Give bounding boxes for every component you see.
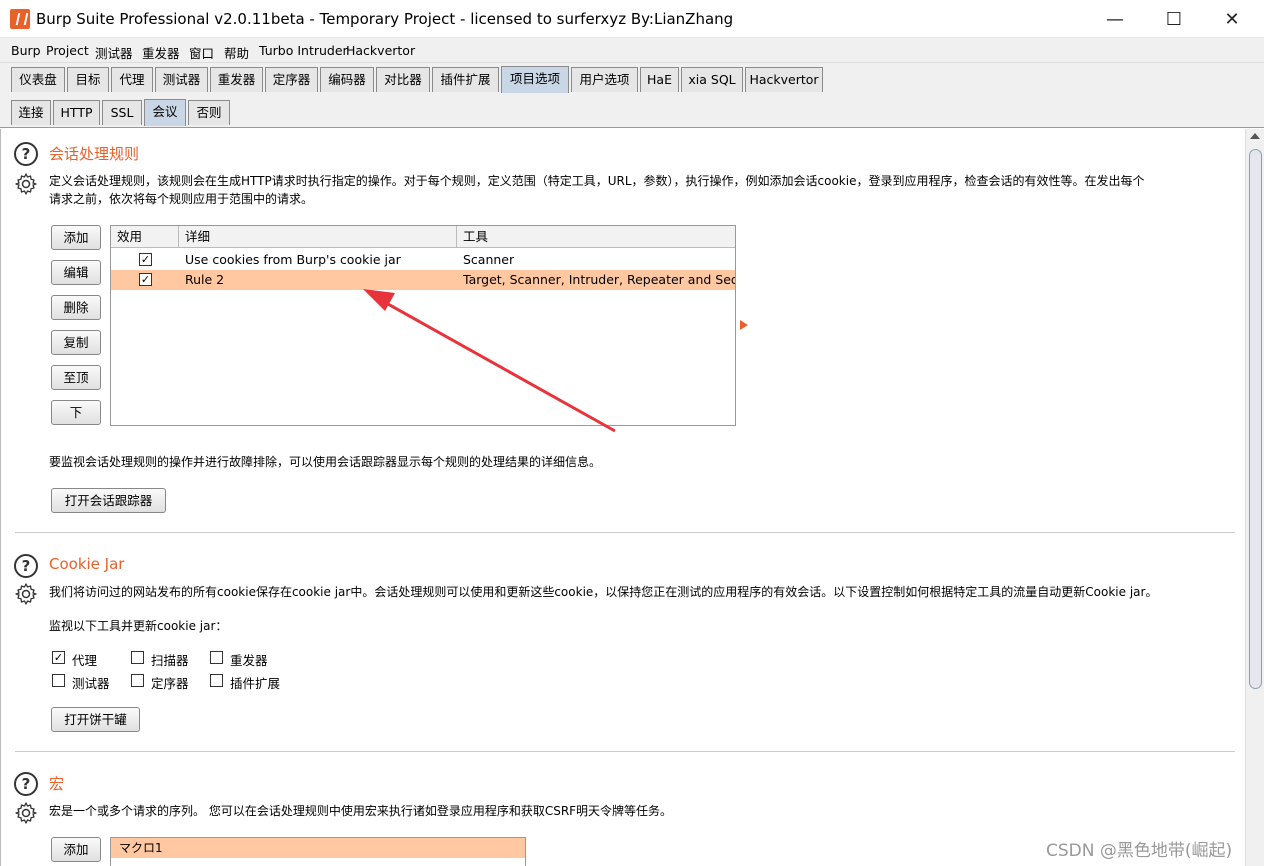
list-item[interactable]: マクロ1 (111, 838, 525, 858)
open-cookie-jar-button[interactable]: 打开饼干罐 (51, 707, 140, 732)
sequencer-checkbox[interactable] (131, 674, 144, 687)
repeater-checkbox[interactable] (210, 651, 223, 664)
tab-decoder[interactable]: 编码器 (320, 67, 374, 92)
rule-enabled-checkbox[interactable]: ✓ (139, 253, 152, 266)
scanner-checkbox[interactable] (131, 651, 144, 664)
proxy-checkbox[interactable]: ✓ (52, 651, 65, 664)
tab-xia-sql[interactable]: xia SQL (681, 67, 743, 92)
gear-icon[interactable] (14, 582, 38, 606)
help-icon[interactable]: ? (14, 142, 38, 166)
subtab-http[interactable]: HTTP (53, 100, 100, 125)
macro-list: マクロ1 (110, 837, 526, 866)
menu-hackvertor[interactable]: Hackvertor (346, 43, 415, 58)
section-divider (15, 751, 1235, 752)
help-icon[interactable]: ? (14, 554, 38, 578)
move-down-button[interactable]: 下 (51, 400, 101, 425)
cookie-jar-description: 我们将访问过的网站发布的所有cookie保存在cookie jar中。会话处理规… (49, 585, 1158, 599)
help-icon[interactable]: ? (14, 772, 38, 796)
open-session-tracer-button[interactable]: 打开会话跟踪器 (51, 488, 166, 513)
menu-window[interactable]: 窗口 (189, 43, 214, 62)
gear-icon[interactable] (14, 172, 38, 196)
menu-project[interactable]: Project (46, 43, 89, 58)
column-header-tools[interactable]: 工具 (457, 226, 735, 248)
intruder-checkbox-label: 测试器 (72, 676, 110, 691)
tab-proxy[interactable]: 代理 (111, 67, 153, 92)
tab-sequencer[interactable]: 定序器 (265, 67, 318, 92)
subtab-ssl[interactable]: SSL (102, 100, 142, 125)
session-rules-description: 定义会话处理规则，该规则会在生成HTTP请求时执行指定的操作。对于每个规则，定义… (49, 172, 1239, 208)
session-options-panel: ? 会话处理规则 定义会话处理规则，该规则会在生成HTTP请求时执行指定的操作。… (0, 129, 1245, 866)
add-macro-button[interactable]: 添加 (51, 837, 101, 862)
table-row[interactable]: ✓ Use cookies from Burp's cookie jar Sca… (111, 250, 735, 270)
tab-user-options[interactable]: 用户选项 (571, 67, 638, 92)
minimize-button[interactable]: — (1092, 0, 1138, 38)
add-rule-button[interactable]: 添加 (51, 225, 101, 250)
menu-intruder[interactable]: 测试器 (95, 43, 133, 62)
tab-hackvertor[interactable]: Hackvertor (745, 67, 823, 92)
menu-repeater[interactable]: 重发器 (142, 43, 180, 62)
intruder-checkbox[interactable] (52, 674, 65, 687)
tab-project-options[interactable]: 项目选项 (501, 66, 569, 93)
sub-tab-bar: 连接 HTTP SSL 会议 否则 (0, 95, 1264, 128)
duplicate-rule-button[interactable]: 复制 (51, 330, 101, 355)
expand-arrow-icon[interactable] (740, 320, 748, 330)
macros-title: 宏 (49, 775, 65, 793)
watermark: CSDN @黑色地带(崛起) (1046, 841, 1233, 861)
column-header-detail[interactable]: 详细 (179, 226, 457, 248)
move-up-button[interactable]: 至顶 (51, 365, 101, 390)
scrollbar-thumb[interactable] (1249, 149, 1262, 689)
cookie-jar-title: Cookie Jar (49, 555, 125, 573)
macros-description: 宏是一个或多个请求的序列。 您可以在会话处理规则中使用宏来执行诸如登录应用程序和… (49, 804, 673, 818)
tab-hae[interactable]: HaE (640, 67, 679, 92)
close-button[interactable]: ✕ (1209, 0, 1255, 38)
subtab-misc[interactable]: 否则 (188, 100, 230, 125)
extender-checkbox[interactable] (210, 674, 223, 687)
proxy-checkbox-label: 代理 (72, 653, 98, 668)
sequencer-checkbox-label: 定序器 (151, 676, 189, 691)
menu-turbo-intruder[interactable]: Turbo Intruder (259, 43, 348, 58)
burp-logo-icon (10, 9, 30, 29)
rule-tools: Scanner (463, 252, 515, 267)
session-rules-desc-line1: 定义会话处理规则，该规则会在生成HTTP请求时执行指定的操作。对于每个规则，定义… (49, 174, 1145, 188)
title-bar: Burp Suite Professional v2.0.11beta - Te… (0, 0, 1264, 38)
session-rules-desc-line2: 请求之前，依次将每个规则应用于范围中的请求。 (49, 192, 314, 206)
tab-comparer[interactable]: 对比器 (376, 67, 430, 92)
tab-extender[interactable]: 插件扩展 (432, 67, 499, 92)
tab-intruder[interactable]: 测试器 (155, 67, 208, 92)
rule-enabled-checkbox[interactable]: ✓ (139, 273, 152, 286)
annotation-arrow (363, 289, 616, 433)
maximize-button[interactable]: ☐ (1151, 0, 1197, 38)
main-tab-bar: 仪表盘 目标 代理 测试器 重发器 定序器 编码器 对比器 插件扩展 项目选项 … (0, 63, 1264, 95)
subtab-connections[interactable]: 连接 (11, 100, 51, 125)
session-rules-title: 会话处理规则 (49, 145, 140, 163)
scanner-checkbox-label: 扫描器 (151, 653, 189, 668)
tracer-description: 要监视会话处理规则的操作并进行故障排除，可以使用会话跟踪器显示每个规则的处理结果… (49, 455, 602, 469)
remove-rule-button[interactable]: 删除 (51, 295, 101, 320)
rule-detail: Use cookies from Burp's cookie jar (185, 252, 401, 267)
column-header-enabled[interactable]: 效用 (111, 226, 179, 248)
section-divider (15, 532, 1235, 533)
gear-icon[interactable] (14, 801, 38, 825)
extender-checkbox-label: 插件扩展 (230, 676, 281, 691)
table-header: 效用 详细 工具 (111, 226, 735, 248)
menu-bar: Burp Project 测试器 重发器 窗口 帮助 Turbo Intrude… (0, 38, 1264, 63)
vertical-scrollbar[interactable] (1245, 129, 1264, 866)
tab-target[interactable]: 目标 (67, 67, 109, 92)
repeater-checkbox-label: 重发器 (230, 653, 268, 668)
tab-dashboard[interactable]: 仪表盘 (11, 67, 65, 92)
tab-repeater[interactable]: 重发器 (210, 67, 263, 92)
scroll-up-icon[interactable] (1250, 133, 1260, 139)
subtab-sessions[interactable]: 会议 (144, 99, 186, 126)
menu-help[interactable]: 帮助 (224, 43, 249, 62)
window-title: Burp Suite Professional v2.0.11beta - Te… (36, 10, 734, 28)
edit-rule-button[interactable]: 编辑 (51, 260, 101, 285)
monitor-tools-label: 监视以下工具并更新cookie jar： (49, 619, 228, 633)
menu-burp[interactable]: Burp (11, 43, 41, 58)
